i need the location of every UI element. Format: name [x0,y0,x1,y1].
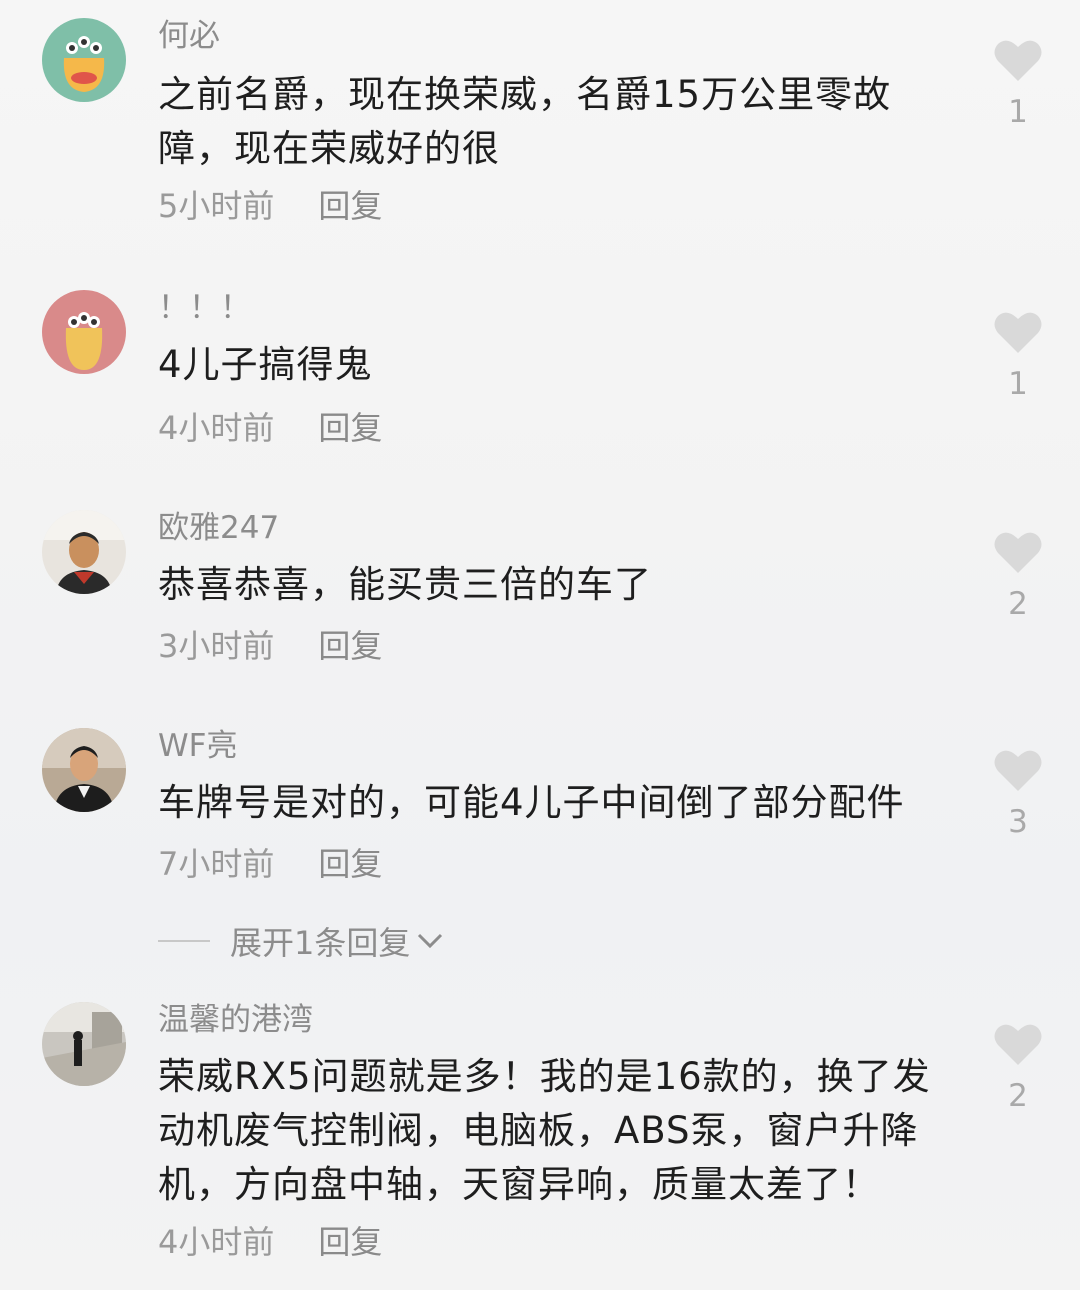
timestamp: 3小时前 [158,627,275,665]
timestamp: 4小时前 [158,1223,275,1261]
heart-icon [994,532,1042,573]
reply-button[interactable]: 回复 [318,1223,382,1261]
avatar[interactable] [42,1002,126,1086]
expand-replies-button[interactable]: 展开1条回复 [158,918,444,964]
timestamp: 7小时前 [158,845,275,883]
like-count: 2 [1008,586,1028,622]
like-count: 3 [1008,804,1028,840]
like-button[interactable]: 2 [990,530,1046,624]
reply-button[interactable]: 回复 [318,409,382,447]
timestamp: 4小时前 [158,409,275,447]
comment-text: 车牌号是对的，可能4儿子中间倒了部分配件 [158,781,905,824]
avatar[interactable] [42,290,126,374]
like-count: 1 [1008,366,1028,402]
timestamp: 5小时前 [158,187,275,225]
like-button[interactable]: 3 [990,748,1046,842]
comment-text: 之前名爵，现在换荣威，名爵15万公里零故障，现在荣威好的很 [158,73,892,170]
comment-meta: 7小时前 回复 [158,844,382,884]
username[interactable]: 温馨的港湾 [158,1000,313,1040]
comment-text: 4儿子搞得鬼 [158,343,373,386]
comment-text: 荣威RX5问题就是多！我的是16款的，换了发动机废气控制阀，电脑板，ABS泵，窗… [158,1055,931,1206]
chevron-down-icon [418,933,443,949]
divider [158,940,210,942]
comment-meta: 4小时前 回复 [158,408,382,448]
heart-icon [994,40,1042,81]
username[interactable]: WF亮 [158,726,237,766]
reply-button[interactable]: 回复 [318,845,382,883]
username[interactable]: 何必 [158,16,220,56]
avatar[interactable] [42,510,126,594]
like-count: 2 [1008,1078,1028,1114]
reply-button[interactable]: 回复 [318,187,382,225]
avatar[interactable] [42,18,126,102]
avatar[interactable] [42,728,126,812]
like-count: 1 [1008,94,1028,130]
username[interactable]: 欧雅247 [158,508,279,548]
comment-meta: 3小时前 回复 [158,626,382,666]
expand-replies-label: 展开1条回复 [230,924,411,962]
like-button[interactable]: 1 [990,310,1046,404]
like-button[interactable]: 2 [990,1022,1046,1116]
heart-icon [994,750,1042,791]
heart-icon [994,1024,1042,1065]
reply-button[interactable]: 回复 [318,627,382,665]
username[interactable]: ！！！ [158,288,251,328]
comment-text: 恭喜恭喜，能买贵三倍的车了 [158,563,652,606]
comment-meta: 4小时前 回复 [158,1222,382,1262]
comment-meta: 5小时前 回复 [158,186,382,226]
like-button[interactable]: 1 [990,38,1046,132]
heart-icon [994,312,1042,353]
